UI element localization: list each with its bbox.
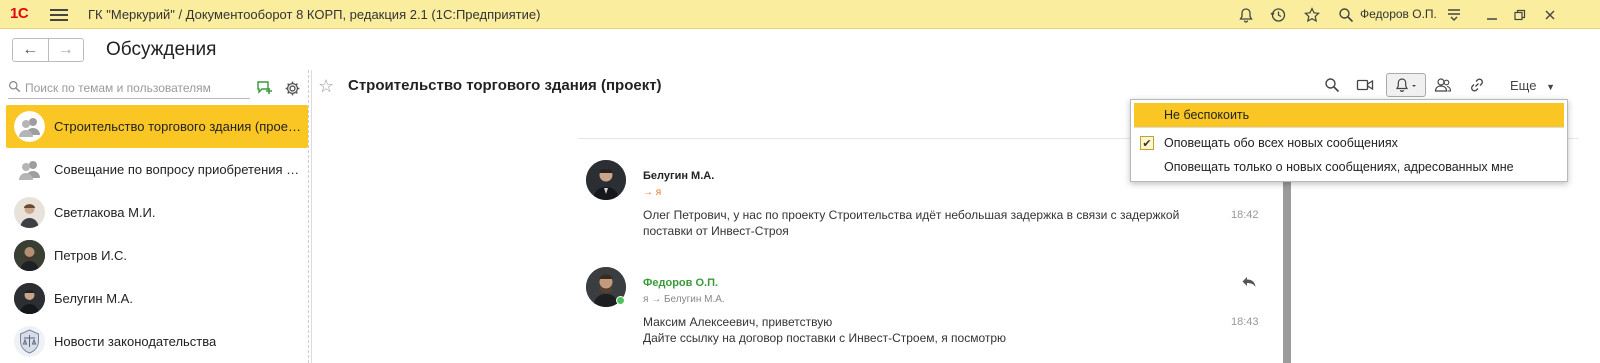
notifications-button[interactable] (1386, 73, 1426, 97)
search-icon[interactable] (1336, 5, 1356, 25)
thread-name: Петров И.С. (54, 248, 128, 263)
thread-item[interactable]: Совещание по вопросу приобретения л... (6, 148, 308, 191)
thread-item[interactable]: Петров И.С. (6, 234, 308, 277)
link-icon[interactable] (1464, 73, 1490, 97)
user-avatar (14, 283, 45, 314)
group-avatar-icon (14, 111, 45, 142)
history-icon[interactable] (1268, 5, 1288, 25)
thread-name: Строительство торгового здания (проект) (54, 119, 302, 134)
bell-icon[interactable] (1236, 5, 1256, 25)
star-icon[interactable] (1302, 5, 1322, 25)
page-title: Обсуждения (106, 39, 217, 60)
minimize-icon[interactable] (1482, 5, 1502, 25)
gear-icon[interactable] (282, 78, 302, 98)
group-avatar-icon (14, 154, 45, 185)
menu-item-do-not-disturb[interactable]: Не беспокоить (1134, 103, 1564, 127)
restore-icon[interactable] (1510, 5, 1530, 25)
message-recipient: я → Белугин М.А. (643, 294, 725, 305)
menu-item-notify-addressed[interactable]: Оповещать только о новых сообщениях, адр… (1134, 155, 1564, 179)
search-box[interactable] (8, 77, 250, 99)
message-time: 18:42 (1231, 209, 1259, 221)
reply-icon[interactable] (1241, 275, 1257, 292)
search-icon[interactable] (1319, 73, 1345, 97)
thread-list: Строительство торгового здания (проект) … (6, 105, 308, 363)
author-avatar (586, 160, 626, 200)
back-button[interactable]: ← (13, 39, 48, 61)
video-call-icon[interactable] (1352, 73, 1378, 97)
close-icon[interactable] (1540, 5, 1560, 25)
menu-item-label: Оповещать только о новых сообщениях, адр… (1164, 160, 1514, 174)
menu-item-notify-all[interactable]: ✔ Оповещать обо всех новых сообщениях (1134, 131, 1564, 155)
message: Федоров О.П. я → Белугин М.А. Максим Але… (586, 267, 1266, 363)
thread-name: Совещание по вопросу приобретения л... (54, 162, 302, 177)
user-avatar (14, 197, 45, 228)
menu-divider (1134, 127, 1564, 128)
checkmark-icon: ✔ (1140, 136, 1154, 150)
thread-item[interactable]: Строительство торгового здания (проект) (6, 105, 308, 148)
navigation-bar: ← → Обсуждения (0, 30, 1600, 70)
thread-name: Светлакова М.И. (54, 205, 156, 220)
user-avatar (14, 240, 45, 271)
thread-item[interactable]: Светлакова М.И. (6, 191, 308, 234)
more-label: Еще (1510, 78, 1537, 93)
panel-splitter[interactable] (308, 70, 309, 363)
search-input[interactable] (25, 80, 245, 95)
window-title: ГК "Меркурий" / Документооборот 8 КОРП, … (88, 7, 541, 22)
thread-name: Белугин М.А. (54, 291, 133, 306)
new-discussion-icon[interactable] (254, 78, 274, 98)
message-author[interactable]: Федоров О.П. (643, 277, 718, 289)
more-menu[interactable]: Еще ▼ (1510, 78, 1555, 93)
search-icon (8, 80, 21, 96)
settings-menu-icon[interactable] (1444, 5, 1464, 25)
thread-item[interactable]: Новости законодательства (6, 320, 308, 363)
notification-menu: Не беспокоить ✔ Оповещать обо всех новых… (1130, 99, 1568, 182)
message-text: Максим Алексеевич, приветствую Дайте ссы… (643, 315, 1007, 345)
scrollbar[interactable] (1283, 168, 1291, 363)
participants-icon[interactable] (1430, 73, 1456, 97)
forward-button[interactable]: → (47, 39, 84, 61)
thread-name: Новости законодательства (54, 334, 217, 349)
discussion-title: Строительство торгового здания (проект) (348, 77, 662, 94)
title-bar: 1С ГК "Меркурий" / Документооборот 8 КОР… (0, 0, 1600, 29)
message-author[interactable]: Белугин М.А. (643, 170, 714, 182)
emblem-icon (14, 326, 45, 357)
message-time: 18:43 (1231, 316, 1259, 328)
menu-item-label: Оповещать обо всех новых сообщениях (1164, 136, 1398, 150)
favorite-star-icon[interactable]: ☆ (318, 76, 334, 97)
message-recipient: → я (643, 187, 662, 198)
chevron-down-icon: ▼ (1546, 82, 1555, 92)
discussion-list-panel: Строительство торгового здания (проект) … (0, 70, 312, 363)
history-nav: ← → (12, 38, 84, 62)
message-text: Олег Петрович, у нас по проекту Строител… (643, 208, 1180, 238)
current-user[interactable]: Федоров О.П. (1360, 7, 1437, 21)
online-status-indicator (616, 296, 625, 305)
app-logo: 1С (10, 5, 29, 22)
thread-item[interactable]: Белугин М.А. (6, 277, 308, 320)
menu-item-label: Не беспокоить (1164, 108, 1250, 122)
main-menu-icon[interactable] (50, 6, 68, 22)
